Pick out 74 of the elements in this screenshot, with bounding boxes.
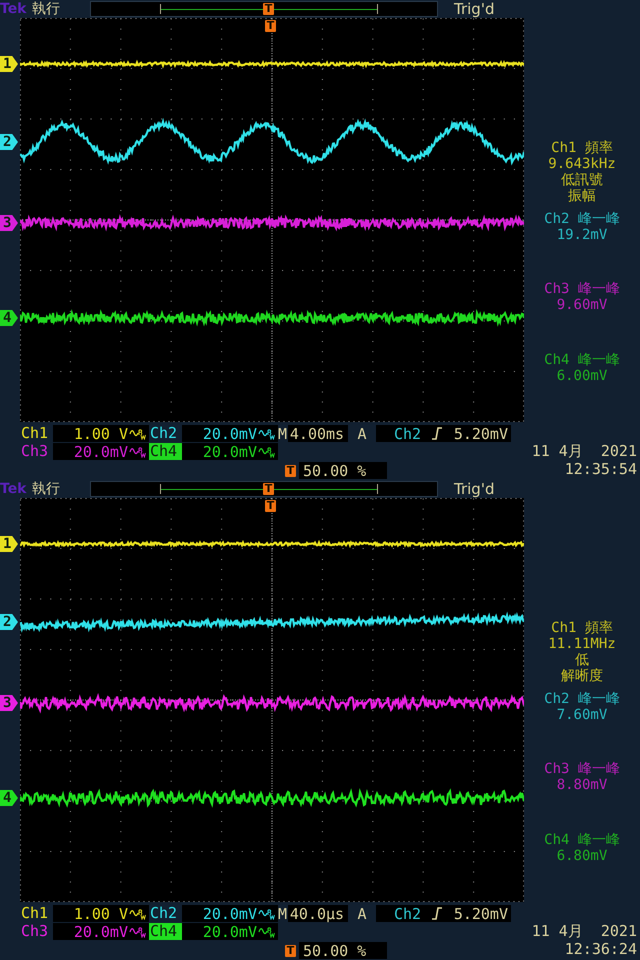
channel-marker[interactable]: 3 (0, 695, 18, 711)
trigger-source: Ch2 (394, 904, 422, 922)
measurement-text: 解晰度 (561, 668, 603, 684)
trigger-level: 5.20mV (454, 424, 508, 442)
channel-label: Ch3 (20, 923, 50, 940)
time-text: 12:36:24 (564, 940, 637, 958)
trigger-position-marker[interactable]: T (265, 500, 276, 512)
channel-label: Ch2 (149, 905, 178, 922)
measurement-text: Ch1 頻率 (551, 140, 613, 156)
trigger-level: 5.20mV (454, 904, 508, 922)
measurement-text: Ch4 峰一峰 (544, 832, 620, 848)
timebase-readout: 40.0µs (288, 905, 348, 922)
channel-label: Ch4 (149, 443, 182, 460)
trigger-position-readout: 50.00 % (299, 462, 387, 479)
measurement-text: 低訊號 (561, 172, 603, 188)
measurement-text: 8.80mV (556, 777, 608, 793)
measurement-text: Ch1 頻率 (551, 620, 613, 636)
trigger-source: Ch2 (394, 424, 422, 442)
rising-edge-icon (431, 907, 444, 920)
brand-logo: Tek (0, 481, 28, 497)
channel-marker[interactable]: 4 (0, 790, 18, 806)
volts-per-div-readout: 20.0mV (182, 923, 278, 940)
trigger-marker: T (263, 3, 274, 15)
channel-marker[interactable]: 1 (0, 536, 18, 552)
trigger-position-icon: T (285, 944, 296, 956)
trigger-position-readout: 50.00 % (299, 942, 387, 959)
rising-edge-icon (431, 427, 444, 440)
trigger-position-marker[interactable]: T (265, 20, 276, 32)
measurement-text: 19.2mV (556, 226, 608, 242)
measurement-text: 低 (575, 652, 589, 668)
channel-marker[interactable]: 2 (0, 614, 18, 630)
volts-per-div-readout: 20.0mV (182, 425, 278, 442)
trigger-mode-label: A (356, 424, 368, 442)
channel-label: Ch1 (20, 425, 50, 442)
measurement-text: Ch3 峰一峰 (544, 281, 620, 297)
time-text: 12:35:54 (564, 460, 637, 478)
volts-per-div-readout: 20.0mV (182, 905, 278, 922)
timebase-readout: 4.00ms (288, 425, 348, 442)
measurement-text: Ch2 峰一峰 (544, 210, 620, 226)
acquisition-state: 執行 (32, 0, 61, 18)
channel-label: Ch1 (20, 905, 50, 922)
trigger-status: Trig'd (454, 0, 494, 18)
brand-logo: Tek (0, 1, 28, 17)
channel-label: Ch2 (149, 425, 178, 442)
volts-per-div-readout: 20.0mV (182, 443, 278, 460)
trigger-mode-label: A (356, 904, 368, 922)
trigger-marker: T (263, 483, 274, 495)
channel-marker[interactable]: 4 (0, 310, 18, 326)
measurement-text: 9.60mV (556, 297, 608, 313)
volts-per-div-readout: 20.0mV (53, 923, 149, 940)
trigger-position-icon: T (285, 464, 296, 476)
measurement-text: 振幅 (568, 188, 596, 204)
measurement-text: Ch2 峰一峰 (544, 690, 620, 706)
channel-marker[interactable]: 1 (0, 56, 18, 72)
channel-marker[interactable]: 2 (0, 134, 18, 150)
channel-label: Ch3 (20, 443, 50, 460)
measurement-text: 11.11MHz (548, 636, 616, 652)
measurement-text: 6.80mV (556, 848, 608, 864)
measurement-text: Ch4 峰一峰 (544, 352, 620, 368)
date-text: 11 4月 2021 (532, 922, 637, 940)
measurement-text: Ch3 峰一峰 (544, 761, 620, 777)
timebase-label: M (278, 424, 288, 442)
timebase-label: M (278, 904, 288, 922)
trigger-status: Trig'd (454, 480, 494, 498)
channel-marker[interactable]: 3 (0, 215, 18, 231)
acquisition-state: 執行 (32, 480, 61, 498)
measurement-text: 6.00mV (556, 368, 608, 384)
measurement-text: 7.60mV (556, 706, 608, 722)
channel-label: Ch4 (149, 923, 182, 940)
volts-per-div-readout: 1.00 V (53, 425, 149, 442)
date-text: 11 4月 2021 (532, 442, 637, 460)
measurement-text: 9.643kHz (548, 156, 616, 172)
volts-per-div-readout: 20.0mV (53, 443, 149, 460)
volts-per-div-readout: 1.00 V (53, 905, 149, 922)
